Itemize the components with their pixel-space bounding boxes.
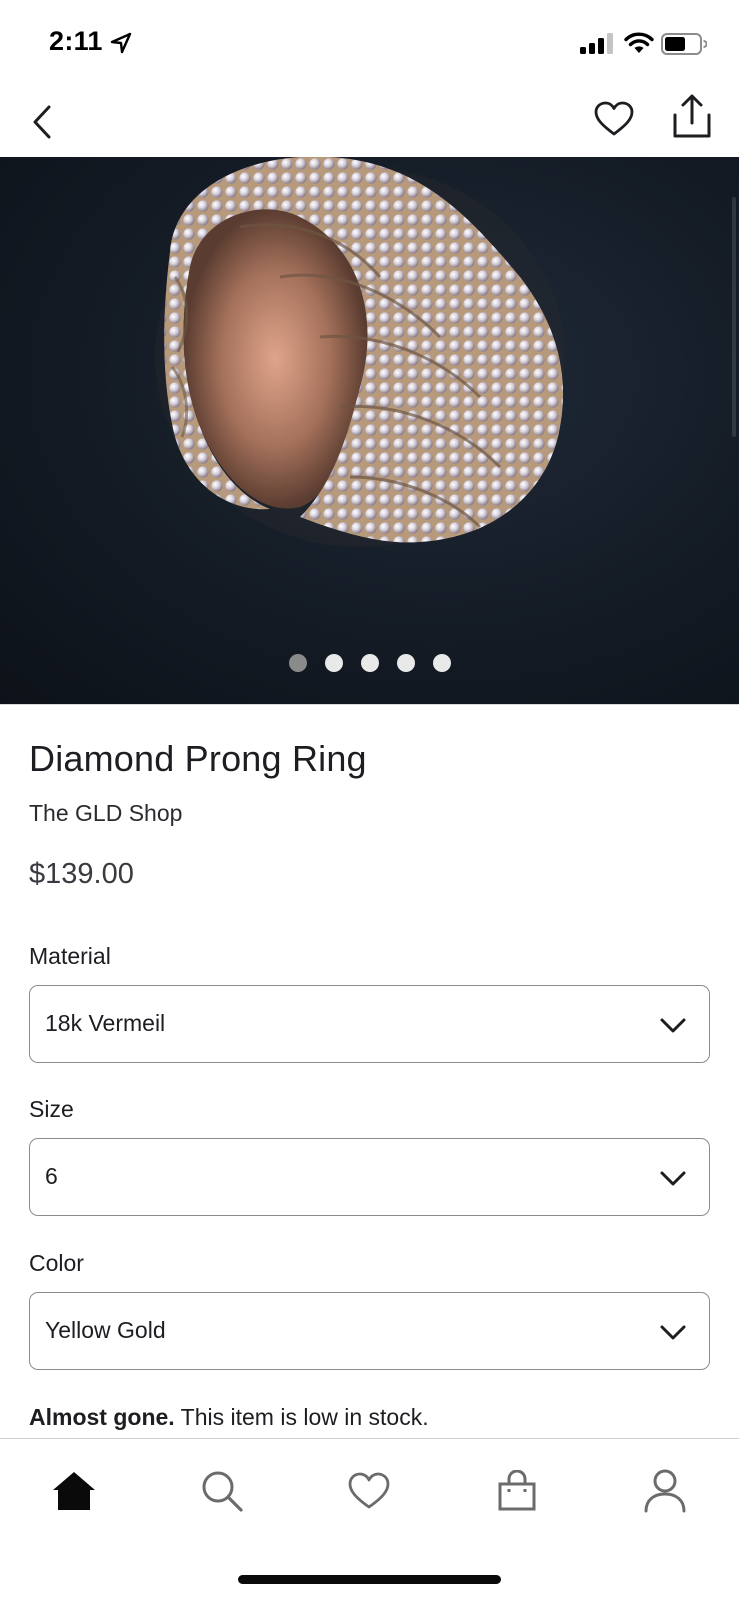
color-label: Color xyxy=(29,1250,84,1276)
navigation-bar xyxy=(0,90,739,156)
product-image[interactable] xyxy=(0,157,739,704)
chevron-down-icon xyxy=(660,1325,686,1340)
cellular-signal-icon xyxy=(580,33,613,54)
ring-photo xyxy=(155,157,565,547)
tab-search[interactable] xyxy=(196,1465,248,1517)
page-dot-5[interactable] xyxy=(432,654,451,672)
status-time: 2:11 xyxy=(49,26,103,56)
tab-cart[interactable] xyxy=(491,1465,543,1517)
page-dot-3[interactable] xyxy=(360,654,379,672)
favorite-button[interactable] xyxy=(590,95,638,143)
chevron-down-icon xyxy=(660,1171,686,1186)
size-label: Size xyxy=(29,1096,74,1122)
home-icon xyxy=(53,1472,95,1510)
status-bar: 2:11 xyxy=(0,0,739,90)
size-select[interactable]: 6 xyxy=(29,1138,710,1216)
share-button[interactable] xyxy=(668,90,716,142)
back-button[interactable] xyxy=(22,100,62,144)
chevron-left-icon xyxy=(33,105,51,139)
shop-name[interactable]: The GLD Shop xyxy=(29,800,182,827)
color-value: Yellow Gold xyxy=(45,1317,166,1343)
battery-icon xyxy=(661,33,707,55)
heart-icon xyxy=(348,1472,390,1509)
heart-outline-icon xyxy=(594,101,634,136)
material-value: 18k Vermeil xyxy=(45,1010,166,1036)
material-select[interactable]: 18k Vermeil xyxy=(29,985,710,1063)
divider xyxy=(0,704,739,705)
color-select[interactable]: Yellow Gold xyxy=(29,1292,710,1370)
search-icon xyxy=(202,1471,243,1512)
scroll-indicator xyxy=(732,197,736,437)
location-arrow-icon xyxy=(110,32,132,54)
tab-profile[interactable] xyxy=(639,1465,691,1517)
page-dot-2[interactable] xyxy=(324,654,343,672)
shopping-bag-icon xyxy=(498,1470,536,1511)
person-icon xyxy=(644,1469,686,1513)
product-title: Diamond Prong Ring xyxy=(29,738,367,779)
home-indicator xyxy=(238,1575,501,1584)
image-pager xyxy=(0,654,739,674)
share-icon xyxy=(673,94,711,138)
size-value: 6 xyxy=(45,1163,58,1189)
wifi-icon xyxy=(624,32,654,53)
tab-bar xyxy=(0,1439,739,1539)
stock-message: This item is low in stock. xyxy=(174,1404,429,1430)
page-dot-1[interactable] xyxy=(288,654,307,672)
product-price: $139.00 xyxy=(29,858,134,890)
page-dot-4[interactable] xyxy=(396,654,415,672)
material-label: Material xyxy=(29,943,111,969)
tab-favorites[interactable] xyxy=(343,1465,395,1517)
chevron-down-icon xyxy=(660,1018,686,1033)
tab-home[interactable] xyxy=(48,1465,100,1517)
stock-notice: Almost gone. This item is low in stock. xyxy=(29,1404,429,1431)
stock-emphasis: Almost gone. xyxy=(29,1404,175,1430)
